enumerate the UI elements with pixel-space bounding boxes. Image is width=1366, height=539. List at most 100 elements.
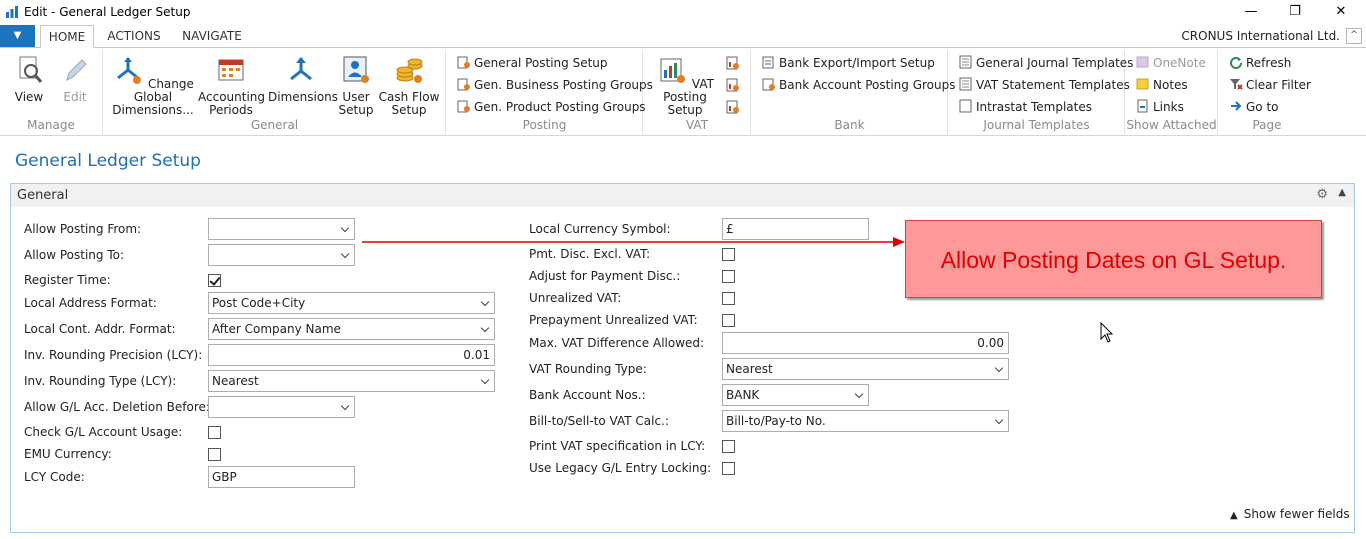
edit-button[interactable]: Edit <box>54 54 96 104</box>
show-fewer-fields-link[interactable]: ▲ Show fewer fields <box>1230 507 1350 521</box>
view-icon <box>19 56 43 83</box>
vat-report-icon[interactable] <box>726 56 740 70</box>
local-address-format-select[interactable]: Post Code+City <box>208 292 495 314</box>
view-button[interactable]: View <box>8 54 50 104</box>
minimize-button[interactable]: — <box>1228 2 1274 22</box>
emu-currency-checkbox[interactable] <box>208 448 221 461</box>
accounting-periods-label: Accounting Periods <box>198 90 266 117</box>
title-bar: Edit - General Ledger Setup — ❐ ✕ <box>0 0 1366 24</box>
group-bank: Bank Export/Import Setup Bank Account Po… <box>752 50 955 134</box>
tab-navigate[interactable]: NAVIGATE <box>174 25 250 48</box>
journal-template-icon <box>959 55 972 69</box>
check-gl-usage-label: Check G/L Account Usage: <box>24 425 183 439</box>
gen-product-posting-groups-button[interactable]: Gen. Product Posting Groups <box>457 97 646 117</box>
statement-template-icon <box>959 77 972 91</box>
edit-label: Edit <box>63 90 87 104</box>
group-show-attached: OneNote Notes Links Show Attached <box>1126 50 1218 134</box>
group-journal-templates: General Journal Templates VAT Statement … <box>949 50 1133 134</box>
group-posting: General Posting Setup Gen. Business Post… <box>447 50 653 134</box>
dimensions-button[interactable]: Dimensions <box>268 54 338 104</box>
onenote-button[interactable]: OneNote <box>1136 53 1206 73</box>
allow-posting-to-field[interactable] <box>208 244 355 266</box>
use-legacy-gl-locking-checkbox[interactable] <box>722 462 735 475</box>
view-label: View <box>14 90 44 104</box>
local-currency-symbol-field[interactable]: £ <box>722 218 869 240</box>
inv-rounding-type-label: Inv. Rounding Type (LCY): <box>24 374 177 388</box>
general-posting-setup-label: General Posting Setup <box>474 56 608 70</box>
lcy-code-label: LCY Code: <box>24 470 85 484</box>
pencil-icon <box>66 59 87 81</box>
bank-export-icon <box>762 56 774 69</box>
dimensions-label: Dimensions <box>268 90 339 104</box>
general-journal-templates-label: General Journal Templates <box>976 56 1134 70</box>
vat-report-icon[interactable] <box>726 78 740 92</box>
local-cont-addr-format-select[interactable]: After Company Name <box>208 318 495 340</box>
allow-gl-deletion-before-field[interactable] <box>208 396 355 418</box>
app-menu-button[interactable]: ▼ <box>0 25 35 47</box>
adjust-for-payment-disc-checkbox[interactable] <box>722 270 735 283</box>
group-page: Refresh Clear Filter Go to Page <box>1219 50 1315 134</box>
vat-statement-templates-button[interactable]: VAT Statement Templates <box>959 75 1130 95</box>
allow-gl-deletion-before-label: Allow G/L Acc. Deletion Before: <box>24 400 210 414</box>
inv-rounding-precision-label: Inv. Rounding Precision (LCY): <box>24 348 203 362</box>
accounting-periods-button[interactable]: Accounting Periods <box>198 54 266 117</box>
inv-rounding-precision-field[interactable]: 0.01 <box>208 344 495 366</box>
links-button[interactable]: Links <box>1136 97 1184 117</box>
bill-to-sell-to-vat-calc-select[interactable]: Bill-to/Pay-to No. <box>722 410 1009 432</box>
collapse-ribbon-button[interactable]: ^ <box>1346 28 1362 44</box>
max-vat-difference-field[interactable]: 0.00 <box>722 332 1009 354</box>
bank-account-posting-groups-button[interactable]: Bank Account Posting Groups <box>762 75 955 95</box>
user-setup-button[interactable]: User Setup <box>336 54 376 117</box>
gen-business-posting-groups-label: Gen. Business Posting Groups <box>474 78 653 92</box>
coins-icon <box>396 58 423 83</box>
group-page-label: Page <box>1252 118 1282 132</box>
go-to-button[interactable]: Go to <box>1229 97 1279 117</box>
dimensions-icon <box>290 57 312 81</box>
general-posting-setup-button[interactable]: General Posting Setup <box>457 53 608 73</box>
user-setup-label: User Setup <box>338 90 374 117</box>
notes-button[interactable]: Notes <box>1136 75 1188 95</box>
group-general-label: General <box>250 118 299 132</box>
prepayment-unrealized-vat-checkbox[interactable] <box>722 314 735 327</box>
change-global-dimensions-button[interactable]: Change Global Dimensions... <box>110 54 196 117</box>
chevron-up-icon[interactable]: ▲ <box>1338 187 1346 198</box>
gen-business-posting-groups-button[interactable]: Gen. Business Posting Groups <box>457 75 653 95</box>
refresh-button[interactable]: Refresh <box>1229 53 1291 73</box>
vat-posting-setup-button[interactable]: VAT Posting Setup <box>650 54 720 117</box>
bank-export-import-setup-button[interactable]: Bank Export/Import Setup <box>762 53 935 73</box>
restore-button[interactable]: ❐ <box>1272 2 1318 22</box>
group-general: Change Global Dimensions... Accounting P… <box>104 50 446 134</box>
pmt-disc-excl-vat-checkbox[interactable] <box>722 248 735 261</box>
emu-currency-label: EMU Currency: <box>24 447 112 461</box>
general-journal-templates-button[interactable]: General Journal Templates <box>959 53 1133 73</box>
allow-posting-from-label: Allow Posting From: <box>24 222 142 236</box>
clear-filter-button[interactable]: Clear Filter <box>1229 75 1311 95</box>
pmt-disc-excl-vat-label: Pmt. Disc. Excl. VAT: <box>529 247 651 261</box>
intrastat-template-icon <box>959 99 972 113</box>
vat-rounding-type-select[interactable]: Nearest <box>722 358 1009 380</box>
cash-flow-setup-button[interactable]: Cash Flow Setup <box>378 54 440 117</box>
page-title: General Ledger Setup <box>15 151 201 171</box>
tab-actions[interactable]: ACTIONS <box>100 25 168 48</box>
unrealized-vat-checkbox[interactable] <box>722 292 735 305</box>
notes-icon <box>1136 78 1149 90</box>
allow-posting-from-field[interactable] <box>208 218 355 240</box>
print-vat-spec-lcy-checkbox[interactable] <box>722 440 735 453</box>
tab-home[interactable]: HOME <box>40 25 94 48</box>
gear-icon[interactable]: ⚙ <box>1316 187 1328 202</box>
group-vat: VAT Posting Setup VAT <box>644 50 751 134</box>
register-time-checkbox[interactable] <box>208 274 221 287</box>
local-currency-symbol-label: Local Currency Symbol: <box>529 222 671 236</box>
inv-rounding-type-select[interactable]: Nearest <box>208 370 495 392</box>
onenote-label: OneNote <box>1153 56 1206 70</box>
company-name[interactable]: CRONUS International Ltd. <box>1181 29 1340 43</box>
vat-report-icon[interactable] <box>726 100 740 114</box>
annotation-text: Allow Posting Dates on GL Setup. <box>940 247 1287 273</box>
fasttab-header[interactable]: General ⚙ ▲ <box>11 184 1354 207</box>
close-button[interactable]: ✕ <box>1318 2 1364 22</box>
bank-account-nos-field[interactable]: BANK <box>722 384 869 406</box>
lcy-code-field[interactable]: GBP <box>208 466 355 488</box>
intrastat-templates-button[interactable]: Intrastat Templates <box>959 97 1092 117</box>
check-gl-usage-checkbox[interactable] <box>208 426 221 439</box>
arrow-right-icon <box>1231 101 1242 111</box>
